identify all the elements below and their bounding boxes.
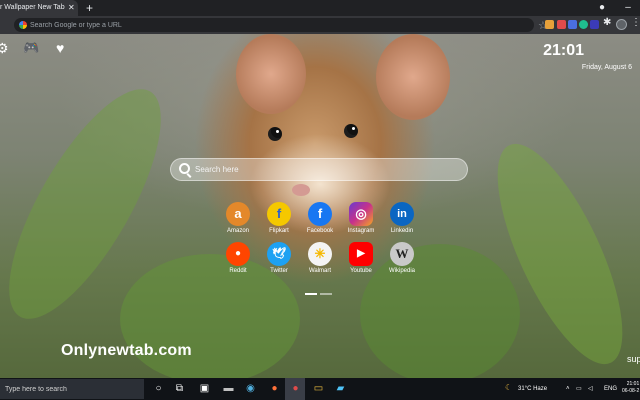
wallpaper-hamster-nose [292,184,310,196]
flipkart-icon: f [267,202,291,226]
shortcut-walmart[interactable]: ✳ Walmart [300,242,340,276]
brand-watermark: Onlynewtab.com [61,342,192,359]
shortcut-flipkart[interactable]: f Flipkart [259,202,299,236]
shortcut-label: Wikipedia [388,268,415,274]
shortcut-twitter[interactable]: 🕊 Twitter [259,242,299,276]
extension-icon[interactable] [579,20,588,29]
tab-title: r Wallpaper New Tab Th [0,4,66,11]
shortcut-youtube[interactable]: ▶ Youtube [341,242,381,276]
taskbar-clock[interactable]: 21:01 06-08-2 [622,381,639,395]
search-icon[interactable] [179,163,190,174]
clock: 21:01 [543,42,584,59]
search-box[interactable] [170,158,468,181]
wallpaper-hamster-ear [376,34,450,120]
shortcut-label: Flipkart [269,228,289,234]
shortcut-label: Twitter [270,268,288,274]
instagram-icon: ◎ [349,202,373,226]
shortcut-linkedin[interactable]: in Linkedin [382,202,422,236]
wallpaper-hamster-eye [268,127,282,141]
youtube-icon: ▶ [349,242,373,266]
shortcut-instagram[interactable]: ◎ Instagram [341,202,381,236]
amazon-icon: a [226,202,250,226]
favorite-heart-icon[interactable]: ♥ [56,40,64,56]
taskbar-search-input[interactable] [5,379,141,399]
weather-text[interactable]: 31°C Haze [518,384,547,394]
omnibox[interactable]: ☆ [14,18,548,32]
search-input[interactable] [195,159,455,180]
taskbar-date: 06-08-2 [622,388,640,394]
omnibox-input[interactable] [30,18,530,32]
shortcut-label: Facebook [306,228,334,234]
shortcut-wikipedia[interactable]: W Wikipedia [382,242,422,276]
wikipedia-icon: W [390,242,414,266]
store-icon[interactable]: ▣ [198,382,211,395]
page-indicator [305,282,335,300]
shortcut-label: Linkedin [390,228,414,234]
language-indicator[interactable]: ENG [604,384,617,394]
extensions-puzzle-icon[interactable]: ✱ [603,17,611,28]
taskbar: ○ ⧉ ▣ ▬ ◉ ● ● ▭ ▰ ☾ 31°C Haze ˄ ▭ ◁ ENG … [0,378,640,400]
profile-avatar[interactable] [616,19,627,30]
shortcut-label: Instagram [347,228,375,234]
volume-icon[interactable]: ◁ [588,384,593,394]
cutoff-text: sup [627,354,640,364]
profile-dot-icon[interactable]: ● [592,0,612,16]
shortcut-reddit[interactable]: ● Reddit [218,242,258,276]
minimize-button[interactable]: – [618,0,638,16]
app-icon[interactable]: ▬ [222,382,235,395]
browser-toolbar: ☆ [0,16,640,34]
page-dot-active[interactable] [305,293,317,295]
tray-chevron-icon[interactable]: ˄ [566,384,570,394]
taskbar-search[interactable] [0,379,144,399]
file-explorer-icon[interactable]: ▭ [312,382,325,395]
network-icon[interactable]: ▭ [576,384,582,394]
wallpaper-hamster-ear [236,34,306,114]
date-label: Friday, August 6 [581,64,632,71]
linkedin-icon: in [390,202,414,226]
chrome-icon[interactable]: ● [289,382,302,395]
menu-dots-icon[interactable]: ⋮ [631,17,640,28]
extension-icon[interactable] [590,20,599,29]
shortcut-label: Reddit [229,268,247,274]
weather-moon-icon[interactable]: ☾ [505,383,512,393]
extension-icon[interactable] [568,20,577,29]
shortcut-label: Walmart [308,268,332,274]
app-icon[interactable]: ▰ [334,382,347,395]
shortcut-label: Youtube [350,268,372,274]
extension-icon[interactable] [545,20,554,29]
cortana-icon[interactable]: ○ [152,382,165,395]
wallpaper-hamster-eye [344,124,358,138]
shortcut-label: Amazon [226,228,249,234]
game-controller-icon[interactable]: 🎮 [23,40,39,56]
twitter-icon: 🕊 [267,242,291,266]
reddit-icon: ● [226,242,250,266]
extension-icon[interactable] [557,20,566,29]
page-dot[interactable] [320,293,332,295]
google-icon [19,21,27,29]
task-view-icon[interactable]: ⧉ [173,382,186,395]
settings-gear-icon[interactable]: ⚙ [0,40,9,56]
walmart-icon: ✳ [308,242,332,266]
firefox-icon[interactable]: ● [268,382,281,395]
shortcut-amazon[interactable]: a Amazon [218,202,258,236]
taskbar-time: 21:01 [626,381,640,387]
new-tab-page: ⚙ 🎮 ♥ 21:01 Friday, August 6 a Amazon f … [0,34,640,378]
tab-active[interactable]: r Wallpaper New Tab Th ✕ [0,0,78,16]
new-tab-button[interactable]: + [86,1,93,15]
tab-close-icon[interactable]: ✕ [68,3,75,13]
shortcut-facebook[interactable]: f Facebook [300,202,340,236]
facebook-icon: f [308,202,332,226]
edge-icon[interactable]: ◉ [244,382,257,395]
tab-strip: r Wallpaper New Tab Th ✕ + ● – [0,0,640,16]
